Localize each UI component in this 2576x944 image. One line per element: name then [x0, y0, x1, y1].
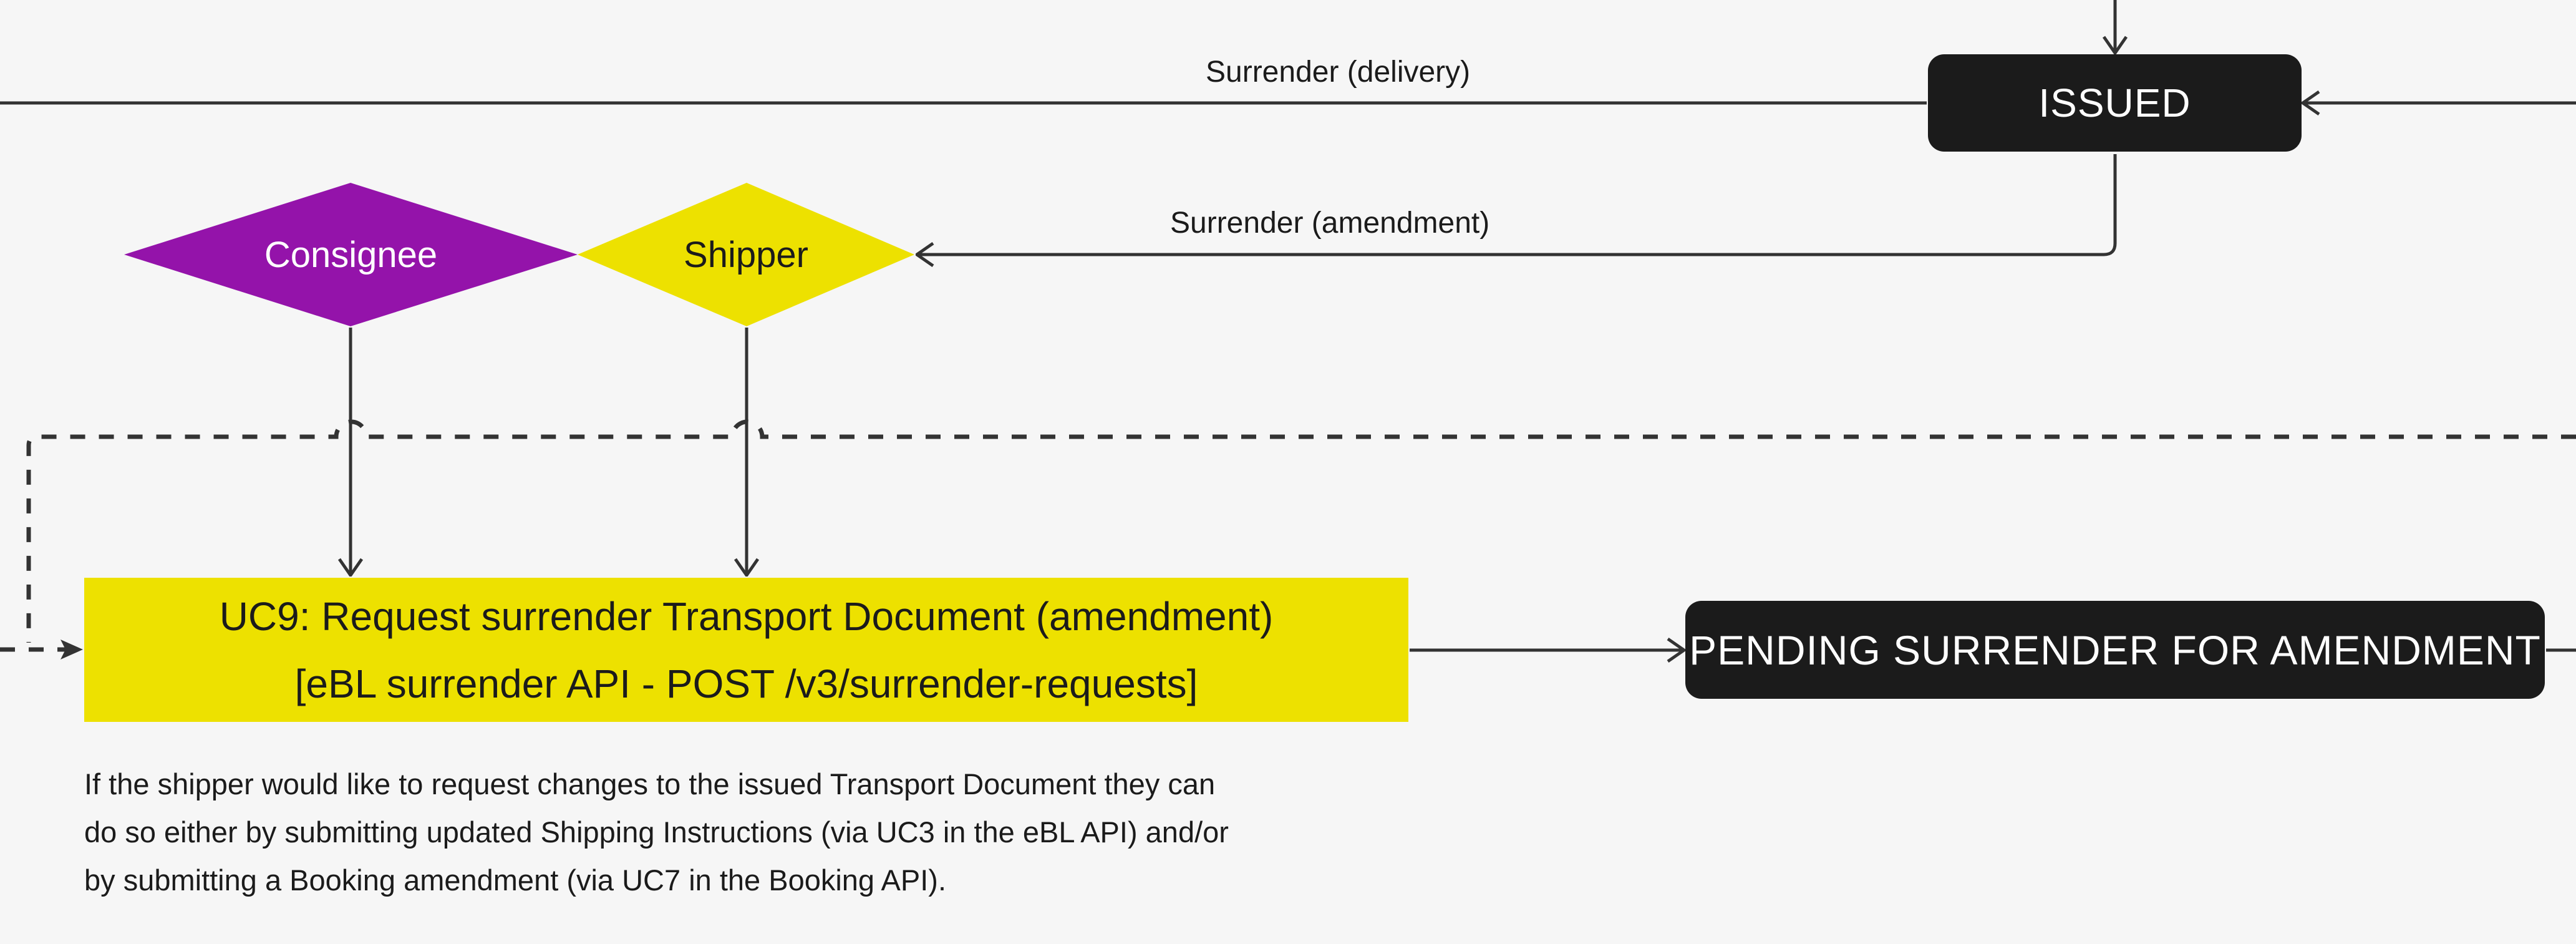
state-pending-surrender-for-amendment[interactable]: PENDING SURRENDER FOR AMENDMENT	[1685, 601, 2545, 699]
usecase-uc9[interactable]: UC9: Request surrender Transport Documen…	[84, 578, 1408, 722]
description-line: do so either by submitting updated Shipp…	[84, 815, 1229, 849]
usecase-uc9-title: UC9: Request surrender Transport Documen…	[219, 593, 1274, 639]
edge-surrender-amendment	[917, 154, 2117, 255]
actor-consignee-label: Consignee	[264, 234, 438, 275]
description-line: by submitting a Booking amendment (via U…	[84, 864, 947, 897]
description-line: If the shipper would like to request cha…	[84, 767, 1216, 800]
actor-consignee[interactable]: Consignee	[124, 183, 578, 326]
state-issued-label: ISSUED	[2038, 80, 2191, 125]
edge-label-surrender-delivery: Surrender (delivery)	[1206, 56, 1471, 89]
state-pending-label: PENDING SURRENDER FOR AMENDMENT	[1689, 626, 2541, 673]
usecase-uc9-api: [eBL surrender API - POST /v3/surrender-…	[294, 661, 1198, 706]
actor-shipper-label: Shipper	[684, 234, 808, 275]
edge-label-surrender-amendment: Surrender (amendment)	[1170, 207, 1490, 240]
state-issued[interactable]: ISSUED	[1928, 54, 2302, 152]
usecase-description: If the shipper would like to request cha…	[84, 760, 1456, 904]
actor-shipper[interactable]: Shipper	[578, 183, 914, 326]
